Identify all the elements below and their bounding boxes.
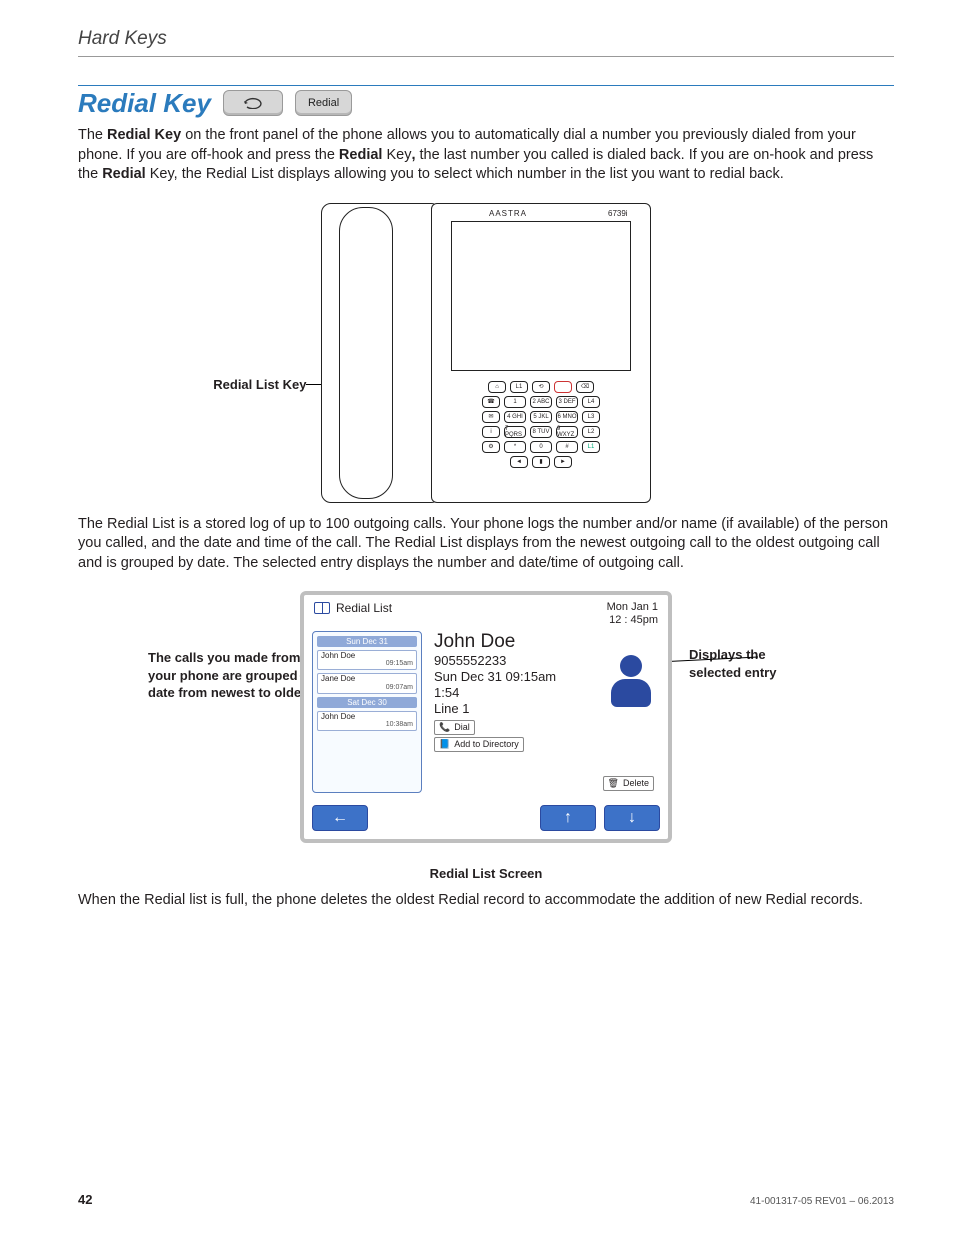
nav-up-button[interactable]: ↑ bbox=[540, 805, 596, 831]
key-line2: L2 bbox=[582, 426, 600, 438]
phone-screen bbox=[451, 221, 631, 371]
running-head: Hard Keys bbox=[78, 28, 894, 57]
key-l1: L1 bbox=[510, 381, 528, 393]
page-number: 42 bbox=[78, 1192, 92, 1207]
clock-date: Mon Jan 1 bbox=[607, 601, 658, 614]
key-line1: L1 bbox=[582, 441, 600, 453]
key-redial-icon: ⟲ bbox=[532, 381, 550, 393]
detail-name: John Doe bbox=[434, 631, 660, 653]
key-end-icon bbox=[554, 381, 572, 393]
key-1: 1 bbox=[504, 396, 526, 408]
key-line3: L3 bbox=[582, 411, 600, 423]
key-home-icon: ⌂ bbox=[488, 381, 506, 393]
key-8: 8 TUV bbox=[530, 426, 552, 438]
redial-detail: John Doe 9055552233 Sun Dec 31 09:15am 1… bbox=[430, 631, 660, 793]
add-directory-button[interactable]: 📘 Add to Directory bbox=[434, 737, 524, 752]
book-icon: 📘 bbox=[439, 739, 450, 750]
list-date-header: Sat Dec 30 bbox=[317, 697, 417, 708]
key-3: 3 DEF bbox=[556, 396, 578, 408]
figure-caption: Redial List Screen bbox=[78, 866, 894, 881]
callout-right: Displays the selected entry bbox=[689, 646, 819, 681]
key-9: 9 WXYZ bbox=[556, 426, 578, 438]
key-line4: L4 bbox=[582, 396, 600, 408]
redial-list-key-label: Redial List Key bbox=[213, 377, 306, 392]
key-hash: # bbox=[556, 441, 578, 453]
list-item[interactable]: Jane Doe 09:07am bbox=[317, 673, 417, 693]
key-vm-icon: ✉ bbox=[482, 411, 500, 423]
phone-illustration: Redial List Key AASTRA 6739i ⌂ L1 ⟲ ⌫ ☎ … bbox=[78, 203, 894, 503]
intro-paragraph: The Redial Key on the front panel of the… bbox=[78, 126, 894, 185]
section-rule bbox=[78, 85, 894, 86]
phone-model: 6739i bbox=[608, 209, 628, 218]
phone-brand: AASTRA bbox=[489, 209, 527, 218]
redial-screen: Redial List Mon Jan 1 12 : 45pm Sun Dec … bbox=[300, 591, 672, 843]
avatar-icon bbox=[608, 655, 654, 707]
list-item[interactable]: John Doe 10:38am bbox=[317, 711, 417, 731]
key-6: 6 MNO bbox=[556, 411, 578, 423]
phone-keypad: ⌂ L1 ⟲ ⌫ ☎ 1 2 ABC 3 DEF L4 ✉ 4 GHI 5 JK… bbox=[451, 381, 631, 493]
key-vol-up-icon: ► bbox=[554, 456, 572, 468]
key-5: 5 JKL bbox=[530, 411, 552, 423]
key-4: 4 GHI bbox=[504, 411, 526, 423]
arrow-down-icon: ↓ bbox=[628, 809, 636, 827]
arrow-up-icon: ↑ bbox=[564, 809, 572, 827]
handset-icon: 📞 bbox=[439, 722, 450, 733]
arrow-left-icon: ← bbox=[332, 809, 348, 827]
dial-button[interactable]: 📞 Dial bbox=[434, 720, 475, 735]
doc-id: 41-001317-05 REV01 – 06.2013 bbox=[750, 1196, 894, 1207]
key-0: 0 bbox=[530, 441, 552, 453]
delete-button[interactable]: 🗑 Delete bbox=[603, 776, 654, 791]
trash-icon: 🗑 bbox=[608, 778, 619, 789]
nav-down-button[interactable]: ↓ bbox=[604, 805, 660, 831]
callout-left: The calls you made from your phone are g… bbox=[148, 649, 318, 702]
list-date-header: Sun Dec 31 bbox=[317, 636, 417, 647]
section-title: Redial Key bbox=[78, 90, 211, 116]
key-7: 7 PQRS bbox=[504, 426, 526, 438]
redial-glyph-icon bbox=[242, 97, 264, 109]
redial-keycap-icon-button bbox=[223, 90, 283, 116]
key-star: * bbox=[504, 441, 526, 453]
key-mute-icon: ▮ bbox=[532, 456, 550, 468]
directory-icon bbox=[314, 602, 330, 614]
clock-time: 12 : 45pm bbox=[607, 614, 658, 627]
redial-keycap-label-button: Redial bbox=[295, 90, 352, 116]
nav-back-button[interactable]: ← bbox=[312, 805, 368, 831]
closing-paragraph: When the Redial list is full, the phone … bbox=[78, 891, 894, 911]
key-hold-icon: ☎ bbox=[482, 396, 500, 408]
key-vol-down-icon: ◄ bbox=[510, 456, 528, 468]
key-2: 2 ABC bbox=[530, 396, 552, 408]
description-paragraph: The Redial List is a stored log of up to… bbox=[78, 515, 894, 574]
redial-screen-title: Redial List bbox=[336, 601, 392, 615]
key-info-icon: i bbox=[482, 426, 500, 438]
list-item[interactable]: John Doe 09:15am bbox=[317, 650, 417, 670]
key-settings-icon: ⚙ bbox=[482, 441, 500, 453]
redial-list[interactable]: Sun Dec 31 John Doe 09:15am Jane Doe 09:… bbox=[312, 631, 422, 793]
key-del-icon: ⌫ bbox=[576, 381, 594, 393]
